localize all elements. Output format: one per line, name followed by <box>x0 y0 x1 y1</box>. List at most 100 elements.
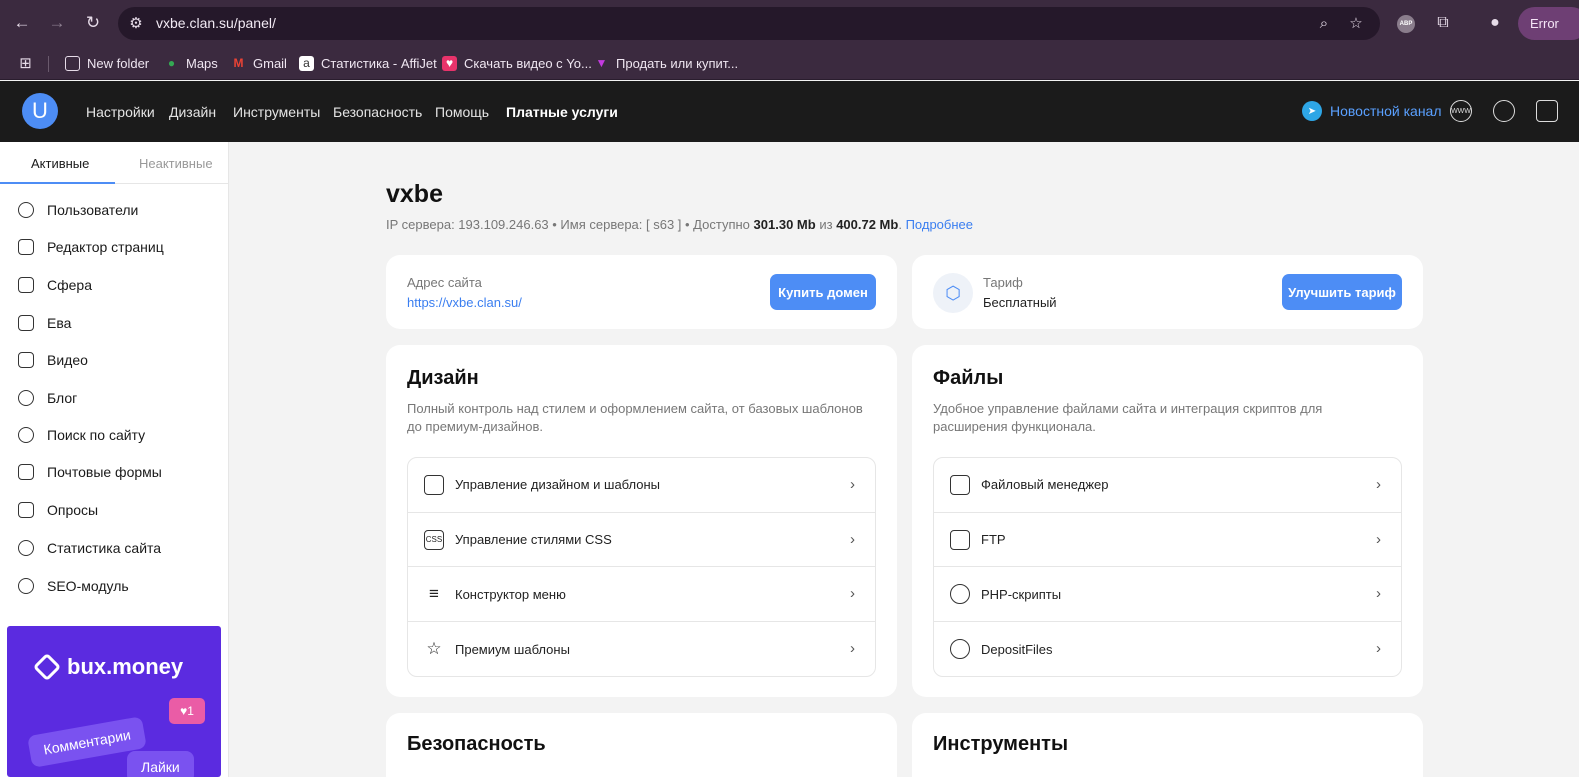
bookmark-sell-buy[interactable]: ▼ Продать или купит... <box>594 53 739 73</box>
list-item-depositfiles[interactable]: DepositFiles › <box>934 622 1401 676</box>
list-item-php-scripts[interactable]: PHP-скрипты › <box>934 567 1401 623</box>
back-icon[interactable]: ← <box>11 12 33 34</box>
error-badge[interactable]: Error <box>1518 7 1579 40</box>
bux-money-logo: bux.money <box>32 652 183 682</box>
list-item-css-styles[interactable]: CSS Управление стилями CSS › <box>408 513 875 568</box>
search-icon <box>18 427 34 443</box>
sidebar-item-video[interactable]: Видео <box>18 348 88 372</box>
maps-icon: ● <box>167 56 176 70</box>
app-header: U Настройки Дизайн Инструменты Безопасно… <box>0 81 1579 142</box>
chevron-right-icon: › <box>850 640 855 658</box>
menu-lines-icon: ≡ <box>429 584 439 604</box>
news-channel-link[interactable]: ➤ Новостной канал <box>1302 101 1442 121</box>
sidebar-item-site-stats[interactable]: Статистика сайта <box>18 536 161 560</box>
design-card: Дизайн Полный контроль над стилем и офор… <box>386 345 897 697</box>
tab-active[interactable]: Активные <box>31 156 89 171</box>
sidebar-item-users[interactable]: Пользователи <box>18 198 138 222</box>
sidebar: Активные Неактивные Пользователи Редакто… <box>0 142 229 777</box>
sidebar-tabs: Активные Неактивные <box>0 142 228 184</box>
design-list: Управление дизайном и шаблоны › CSS Управл… <box>407 457 876 677</box>
folder-icon <box>18 352 34 368</box>
blog-icon <box>18 390 34 406</box>
bookmark-maps[interactable]: ● Maps <box>164 53 218 73</box>
bookmarks-divider <box>48 56 49 72</box>
chevron-right-icon: › <box>850 585 855 603</box>
video-download-icon: ♥ <box>442 55 457 71</box>
sidebar-item-page-editor[interactable]: Редактор страниц <box>18 235 164 259</box>
list-item-design-templates[interactable]: Управление дизайном и шаблоны › <box>408 458 875 513</box>
rocket-icon <box>18 578 34 594</box>
nav-settings[interactable]: Настройки <box>86 104 155 120</box>
cube-icon: ⬡ <box>933 273 973 313</box>
sidebar-item-site-search[interactable]: Поиск по сайту <box>18 423 145 447</box>
server-info: IP сервера: 193.109.246.63 • Имя сервера… <box>386 217 973 232</box>
sidebar-item-sphere[interactable]: Сфера <box>18 273 92 297</box>
sidebar-item-mail-forms[interactable]: Почтовые формы <box>18 460 162 484</box>
chevron-right-icon: › <box>850 530 855 548</box>
pie-chart-icon <box>18 540 34 556</box>
design-card-description: Полный контроль над стилем и оформлением… <box>407 401 863 434</box>
promo-likes-pill: Лайки <box>127 751 194 777</box>
site-address-link[interactable]: https://vxbe.clan.su/ <box>407 295 522 310</box>
list-item-menu-builder[interactable]: ≡ Конструктор меню › <box>408 567 875 623</box>
nav-paid-services[interactable]: Платные услуги <box>506 104 618 120</box>
bookmark-gmail[interactable]: M Gmail <box>231 53 287 73</box>
bookmark-affijet[interactable]: a Статистика - AffiJet <box>299 53 437 73</box>
www-icon[interactable]: WWW <box>1450 100 1472 122</box>
upgrade-tariff-button[interactable]: Улучшить тариф <box>1282 274 1402 310</box>
extensions-icon[interactable]: ⧉ <box>1432 12 1454 34</box>
adblock-icon[interactable]: ABP <box>1397 15 1415 33</box>
url-text[interactable]: vxbe.clan.su/panel/ <box>156 15 276 31</box>
tools-card-title: Инструменты <box>933 733 1069 755</box>
nav-security[interactable]: Безопасность <box>333 104 422 120</box>
nav-design[interactable]: Дизайн <box>169 104 216 120</box>
star-icon: ☆ <box>426 639 442 659</box>
list-item-ftp[interactable]: FTP › <box>934 513 1401 568</box>
list-item-file-manager[interactable]: Файловый менеджер › <box>934 458 1401 513</box>
telegram-icon: ➤ <box>1302 101 1322 121</box>
sidebar-item-seo[interactable]: SEO-модуль <box>18 574 129 598</box>
script-icon <box>950 584 970 605</box>
chat-icon <box>18 315 34 331</box>
reload-icon[interactable]: ↻ <box>82 12 104 34</box>
promo-banner[interactable]: bux.money ♥ 1 Комментарии Лайки <box>7 626 221 777</box>
forward-icon[interactable]: → <box>46 12 68 34</box>
apps-icon[interactable]: ⊞ <box>18 53 33 73</box>
chevron-right-icon: › <box>1376 476 1381 493</box>
folder-icon <box>950 474 970 495</box>
sphere-icon <box>18 277 34 293</box>
security-card-title: Безопасность <box>407 733 546 755</box>
bookmark-new-folder[interactable]: New folder <box>65 53 149 73</box>
chevron-right-icon: › <box>850 476 855 493</box>
buy-domain-button[interactable]: Купить домен <box>770 274 876 310</box>
tariff-card: ⬡ Тариф Бесплатный Улучшить тариф <box>912 255 1423 329</box>
address-bar[interactable]: ⚙ vxbe.clan.su/panel/ ⌕ ☆ <box>118 7 1380 40</box>
chevron-right-icon: › <box>1376 585 1381 603</box>
more-details-link[interactable]: Подробнее <box>906 217 973 232</box>
site-address-label: Адрес сайта <box>407 275 482 290</box>
browser-toolbar: ← → ↻ ⚙ vxbe.clan.su/panel/ ⌕ ☆ ABP ⧉ ● … <box>0 0 1579 47</box>
sidebar-item-blog[interactable]: Блог <box>18 386 77 410</box>
page-editor-icon <box>18 239 34 255</box>
sidebar-item-eva[interactable]: Ева <box>18 311 71 335</box>
security-card: Безопасность <box>386 713 897 777</box>
nav-help[interactable]: Помощь <box>435 104 489 120</box>
list-item-premium-templates[interactable]: ☆ Премиум шаблоны › <box>408 622 875 676</box>
files-card: Файлы Удобное управление файлами сайта и… <box>912 345 1423 697</box>
zoom-icon[interactable]: ⌕ <box>1314 13 1334 33</box>
tab-inactive[interactable]: Неактивные <box>139 156 213 171</box>
css-file-icon: CSS <box>424 529 444 550</box>
bookmark-star-icon[interactable]: ☆ <box>1346 13 1366 33</box>
sidebar-item-polls[interactable]: Опросы <box>18 498 98 522</box>
image-edit-icon <box>424 474 444 495</box>
globe-icon[interactable] <box>1493 100 1515 122</box>
nav-tools[interactable]: Инструменты <box>233 104 320 120</box>
site-settings-icon[interactable]: ⚙ <box>126 13 146 33</box>
gmail-icon: M <box>233 56 244 70</box>
bookmark-video-download[interactable]: ♥ Скачать видео с Yo... <box>442 53 592 73</box>
active-tab-indicator <box>0 182 115 184</box>
logout-icon[interactable] <box>1536 100 1558 122</box>
files-list: Файловый менеджер › FTP › PHP-скрипты › Dep… <box>933 457 1402 677</box>
ucoz-logo[interactable]: U <box>22 93 58 129</box>
profile-icon[interactable]: ● <box>1484 12 1506 34</box>
